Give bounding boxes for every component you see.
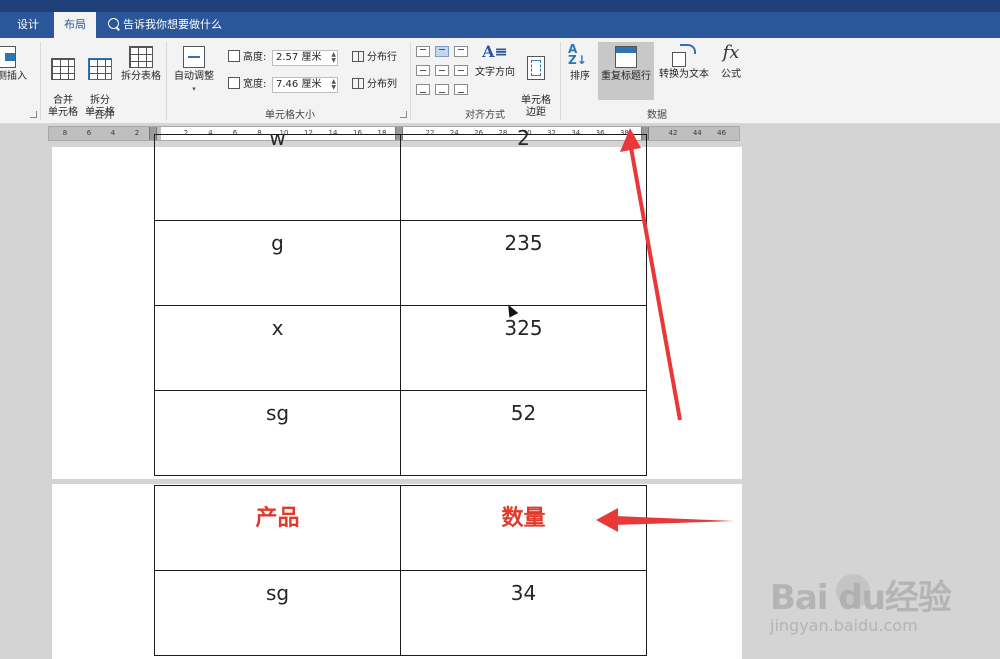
arrow-to-ruler <box>620 128 682 421</box>
arrow-to-header <box>596 508 734 532</box>
baidu-jingyan-watermark: Bai du经验 jingyan.baidu.com <box>770 566 990 646</box>
annotation-arrows <box>596 128 734 532</box>
watermark-url: jingyan.baidu.com <box>770 616 918 635</box>
watermark-brand: Bai du经验 <box>770 578 952 618</box>
